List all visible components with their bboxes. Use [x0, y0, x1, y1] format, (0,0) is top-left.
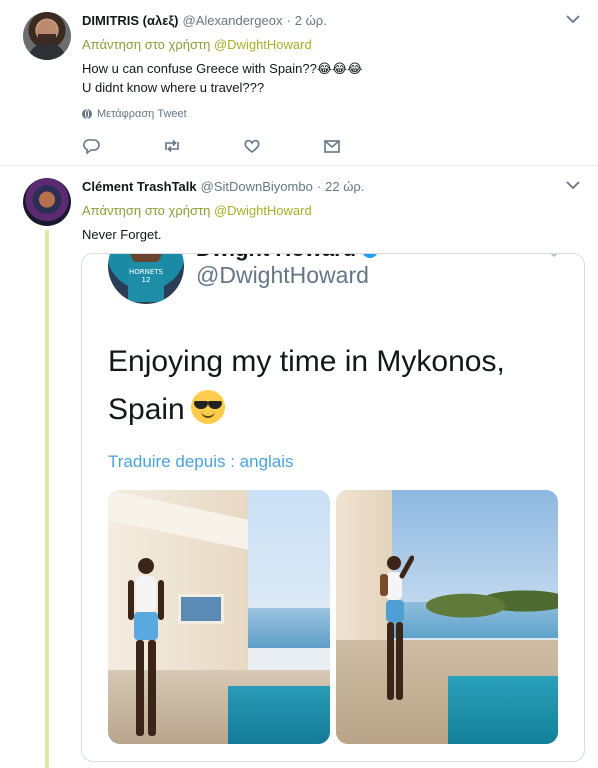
sunglasses-emoji-icon [190, 390, 225, 424]
separator: · [316, 179, 322, 194]
person-figure [128, 558, 164, 736]
display-name[interactable]: Clément TrashTalk [82, 179, 197, 194]
timestamp[interactable]: 22 ώρ. [325, 179, 364, 194]
chevron-down-icon[interactable] [566, 180, 580, 190]
tweet-text: How u can confuse Greece with Spain??😂😂😂… [82, 59, 362, 97]
tweet[interactable]: DIMITRIS (αλεξ) @Alexandergeox · 2 ώρ. Απάν… [0, 0, 598, 166]
photo-left [108, 490, 330, 744]
embedded-text-line-2: Spain [108, 386, 568, 434]
reply-prefix: Απάντηση στο χρήστη [82, 37, 211, 52]
reply-icon[interactable] [82, 136, 102, 156]
avatar[interactable] [23, 178, 71, 226]
reply-mention[interactable]: @DwightHoward [214, 37, 312, 52]
tweet-text: Never Forget. [82, 227, 162, 242]
avatar[interactable] [23, 12, 71, 60]
person-figure [380, 555, 414, 700]
chevron-down-icon [550, 254, 558, 258]
tweet-text-line: How u can confuse Greece with Spain??😂😂😂 [82, 61, 363, 76]
reply-context: Απάντηση στο χρήστη @DwightHoward [82, 37, 312, 52]
envelope-icon[interactable] [322, 136, 342, 156]
chevron-down-icon[interactable] [566, 14, 580, 24]
embedded-translate-link: Traduire depuis : anglais [108, 452, 294, 471]
timestamp[interactable]: 2 ώρ. [295, 13, 327, 28]
tweet-actions [82, 136, 382, 156]
user-handle[interactable]: @Alexandergeox [183, 13, 283, 28]
jersey: HORNETS 12 [128, 262, 164, 302]
verified-badge-icon [362, 254, 379, 259]
separator: · [286, 13, 291, 28]
photo-right [336, 490, 558, 744]
tweet-header: DIMITRIS (αλεξ) @Alexandergeox · 2 ώρ. [82, 13, 327, 28]
translate-label: Μετάφραση Tweet [97, 108, 187, 120]
tweet-media-image[interactable]: HORNETS 12 Dwight Howard @DwightHoward E… [81, 253, 585, 762]
embedded-name-text: Dwight Howard [196, 254, 356, 261]
avatar-body [29, 44, 65, 60]
embedded-text-word: Spain [108, 393, 185, 426]
reply-context: Απάντηση στο χρήστη @DwightHoward [82, 203, 312, 218]
reply-prefix: Απάντηση στο χρήστη [82, 203, 211, 218]
thread-line [45, 230, 49, 768]
reply-mention[interactable]: @DwightHoward [214, 203, 312, 218]
embedded-text-line: Enjoying my time in Mykonos, [108, 345, 505, 378]
globe-icon [82, 109, 92, 119]
embedded-tweet-text: Enjoying my time in Mykonos, Spain [108, 338, 568, 434]
tweet-text-line: U didnt know where u travel??? [82, 80, 265, 95]
heart-icon[interactable] [242, 136, 262, 156]
embedded-handle: @DwightHoward [196, 262, 369, 288]
user-handle[interactable]: @SitDownBiyombo [201, 179, 313, 194]
translate-tweet-link[interactable]: Μετάφραση Tweet [82, 108, 187, 120]
display-name[interactable]: DIMITRIS (αλεξ) [82, 13, 179, 28]
embedded-avatar: HORNETS 12 [108, 254, 184, 304]
retweet-icon[interactable] [162, 136, 182, 156]
tweet-header: Clément TrashTalk @SitDownBiyombo · 22 ώρ. [82, 179, 364, 194]
embedded-display-name: Dwight Howard [196, 254, 379, 262]
